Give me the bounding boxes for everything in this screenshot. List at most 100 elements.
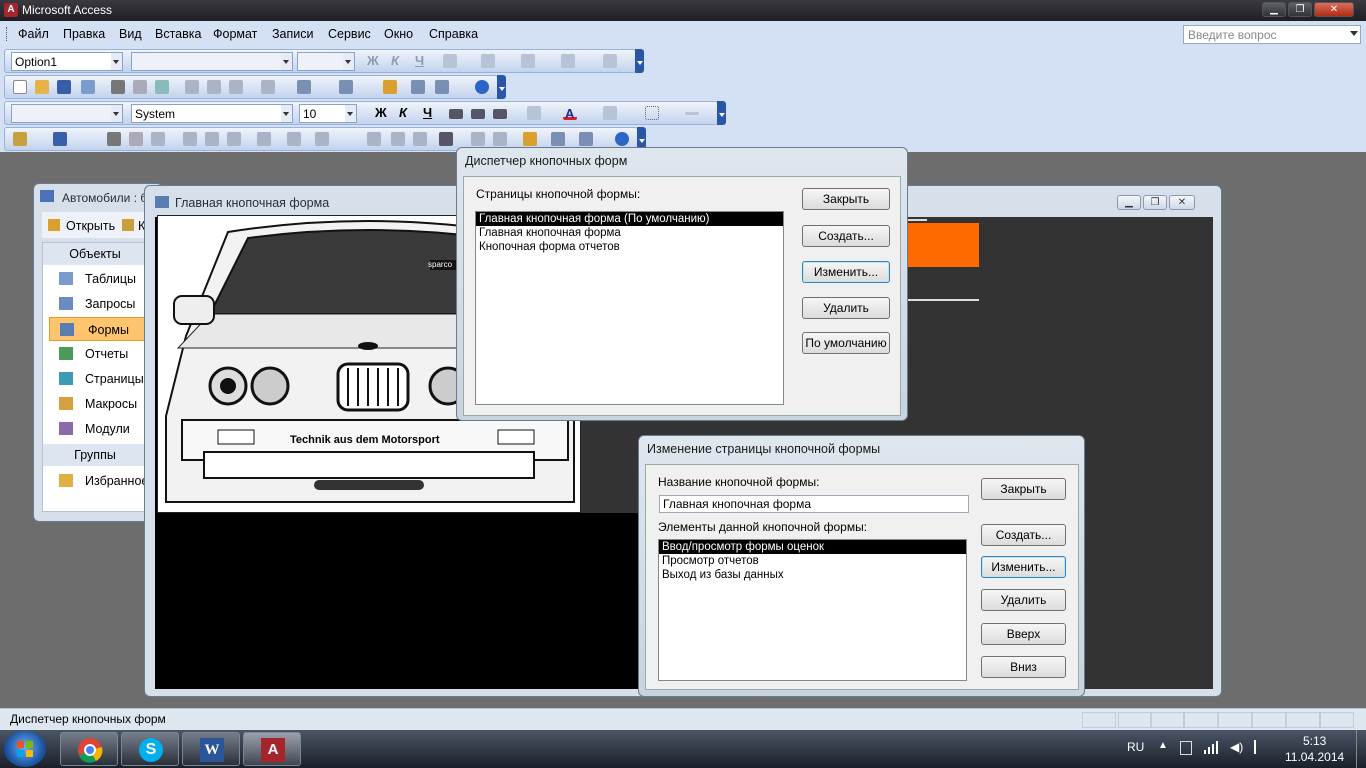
bold-button[interactable]: Ж (367, 53, 379, 68)
apply-filter-icon[interactable] (413, 132, 427, 146)
close-button[interactable]: Закрыть (981, 478, 1066, 500)
print-preview-icon[interactable] (133, 80, 147, 94)
new-object-icon[interactable] (579, 132, 593, 146)
list-item[interactable]: Главная кнопочная форма (476, 226, 783, 240)
group-favorites[interactable]: Избранное (47, 469, 148, 493)
menu-window[interactable]: Окно (384, 27, 413, 41)
font-size-combo[interactable]: 10 (299, 104, 357, 123)
align-left-icon[interactable] (449, 109, 463, 119)
delete-button[interactable]: Удалить (802, 297, 890, 319)
sort-ascending-icon[interactable] (315, 132, 329, 146)
paste-icon[interactable] (229, 80, 243, 94)
filter-selection-icon[interactable] (367, 132, 381, 146)
toolbar-options-icon[interactable] (635, 49, 644, 73)
underline-button[interactable]: Ч (415, 53, 424, 68)
taskbar-word[interactable]: W (182, 732, 240, 766)
chevron-down-icon[interactable] (345, 105, 356, 122)
new-object-icon[interactable] (435, 80, 449, 94)
database-window-icon[interactable] (551, 132, 565, 146)
chevron-down-icon[interactable] (281, 53, 292, 70)
copy-icon[interactable] (205, 132, 219, 146)
underline-button[interactable]: Ч (423, 105, 432, 120)
object-queries[interactable]: Запросы (47, 292, 143, 316)
properties-icon[interactable] (523, 132, 537, 146)
italic-button[interactable]: К (399, 105, 407, 120)
cut-icon[interactable] (185, 80, 199, 94)
list-item[interactable]: Кнопочная форма отчетов (476, 240, 783, 254)
help-icon[interactable] (615, 132, 629, 146)
object-forms[interactable]: Формы (49, 317, 145, 341)
office-links-icon[interactable] (297, 80, 311, 94)
list-item[interactable]: Выход из базы данных (659, 568, 966, 582)
object-tables[interactable]: Таблицы (47, 267, 143, 291)
move-up-button[interactable]: Вверх (981, 623, 1066, 645)
undo-icon[interactable] (257, 132, 271, 146)
open-button[interactable]: Открыть (66, 219, 115, 233)
special-effect-icon[interactable] (603, 54, 617, 68)
start-button[interactable] (4, 731, 46, 767)
minimize-button[interactable]: ▁ (1262, 2, 1286, 17)
restore-button[interactable]: ❐ (1143, 195, 1167, 210)
taskbar-access[interactable]: A (243, 732, 301, 766)
paste-icon[interactable] (227, 132, 241, 146)
taskbar-skype[interactable]: S (121, 732, 179, 766)
chevron-down-icon[interactable] (281, 105, 292, 122)
object-macros[interactable]: Макросы (47, 392, 143, 416)
edit-button[interactable]: Изменить... (981, 556, 1066, 578)
font-color-icon[interactable] (481, 54, 495, 68)
taskbar-chrome[interactable] (60, 732, 118, 766)
menu-file[interactable]: Файл (18, 27, 49, 41)
object-pages[interactable]: Страницы (47, 367, 144, 391)
default-button[interactable]: По умолчанию (802, 332, 890, 354)
print-icon[interactable] (111, 80, 125, 94)
filter-form-icon[interactable] (391, 132, 405, 146)
bold-button[interactable]: Ж (375, 105, 387, 120)
toolbar-options-icon[interactable] (717, 101, 726, 125)
pages-list[interactable]: Главная кнопочная форма (По умолчанию) Г… (475, 211, 784, 405)
view-icon[interactable] (13, 132, 27, 146)
print-preview-icon[interactable] (129, 132, 143, 146)
align-right-icon[interactable] (493, 109, 507, 119)
list-item[interactable]: Просмотр отчетов (659, 554, 966, 568)
fill-color-icon[interactable] (527, 106, 541, 120)
find-icon[interactable] (439, 132, 453, 146)
object-reports[interactable]: Отчеты (47, 342, 143, 366)
list-item[interactable]: Ввод/просмотр формы оценок (659, 540, 966, 554)
object-combo-2[interactable] (11, 104, 123, 123)
menu-format[interactable]: Формат (213, 27, 257, 41)
tray-expand-icon[interactable]: ▲ (1158, 740, 1168, 751)
relationships-icon[interactable] (411, 80, 425, 94)
open-folder-icon[interactable] (35, 80, 49, 94)
volume-icon[interactable]: ◀) (1230, 740, 1244, 754)
spelling-icon[interactable] (151, 132, 165, 146)
minimize-button[interactable]: ▁ (1117, 195, 1141, 210)
new-record-icon[interactable] (471, 132, 485, 146)
size-combo[interactable] (297, 52, 355, 71)
menu-tools[interactable]: Сервис (328, 27, 371, 41)
help-icon[interactable] (475, 80, 489, 94)
italic-button[interactable]: К (391, 53, 399, 68)
print-icon[interactable] (107, 132, 121, 146)
close-button[interactable]: ✕ (1314, 2, 1354, 17)
spelling-icon[interactable] (155, 80, 169, 94)
special-effect-icon[interactable] (685, 112, 699, 115)
delete-record-icon[interactable] (493, 132, 507, 146)
move-down-button[interactable]: Вниз (981, 656, 1066, 678)
save-icon[interactable] (53, 132, 67, 146)
create-button[interactable]: Создать... (981, 524, 1066, 546)
edit-button[interactable]: Изменить... (802, 261, 890, 283)
close-button[interactable]: ✕ (1169, 195, 1195, 210)
menu-help[interactable]: Справка (429, 27, 478, 41)
items-list[interactable]: Ввод/просмотр формы оценок Просмотр отче… (658, 539, 967, 681)
maximize-button[interactable]: ❐ (1288, 2, 1312, 17)
menu-records[interactable]: Записи (272, 27, 314, 41)
delete-button[interactable]: Удалить (981, 589, 1066, 611)
network-icon[interactable] (1204, 740, 1218, 754)
font-color-icon[interactable]: A (563, 106, 577, 121)
analyze-icon[interactable] (339, 80, 353, 94)
close-button[interactable]: Закрыть (802, 188, 890, 210)
object-combo[interactable]: Option1 (11, 52, 123, 71)
copy-icon[interactable] (207, 80, 221, 94)
hyperlink-icon[interactable] (287, 132, 301, 146)
name-input[interactable]: Главная кнопочная форма (659, 495, 969, 513)
